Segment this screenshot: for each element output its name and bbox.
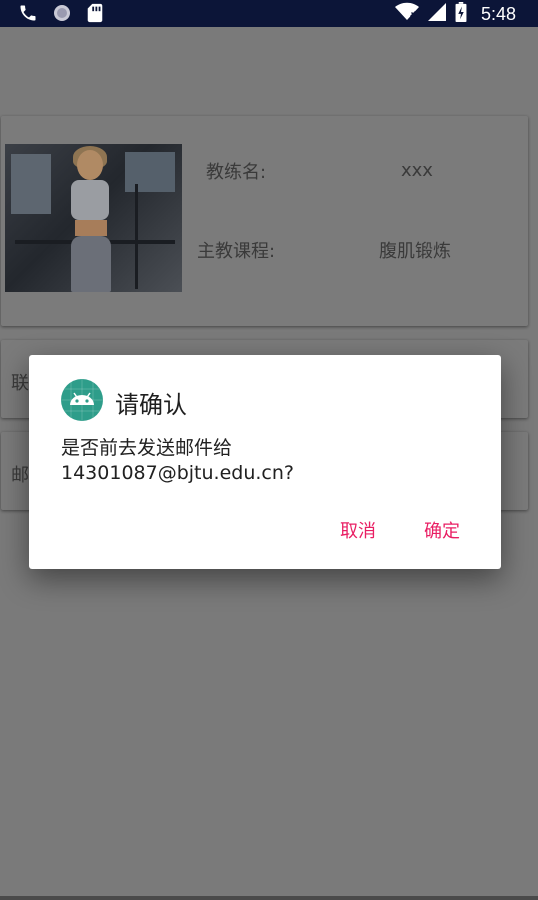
clock: 5:48 (480, 3, 516, 24)
coach-name-label: 教练名: (206, 162, 267, 183)
nav-strip (0, 896, 538, 900)
confirm-dialog: 请确认 是否前去发送邮件给 14301087@bjtu.edu.cn? 取消 确… (29, 355, 501, 569)
wifi-icon (394, 2, 419, 26)
status-bar-right: 5:48 (394, 2, 516, 26)
status-bar: 5:48 (0, 0, 538, 27)
coach-name-value: xxx (401, 160, 433, 181)
confirm-button[interactable]: 确定 (424, 517, 460, 543)
cancel-button[interactable]: 取消 (340, 517, 376, 543)
signal-icon (427, 2, 447, 26)
dialog-message-line1: 是否前去发送邮件给 (61, 437, 233, 459)
dialog-message: 是否前去发送邮件给 14301087@bjtu.edu.cn? (61, 436, 481, 486)
email-label: 邮 (11, 465, 29, 486)
course-label: 主教课程: (197, 241, 276, 262)
sync-icon (52, 3, 72, 27)
sd-card-icon (86, 3, 104, 27)
battery-icon (455, 2, 467, 26)
course-value: 腹肌锻炼 (379, 241, 451, 262)
contact-label: 联 (11, 373, 29, 394)
phone-icon (18, 3, 38, 27)
dialog-message-line2: 14301087@bjtu.edu.cn? (61, 462, 294, 484)
dialog-title: 请确认 (115, 391, 187, 419)
android-app-icon (61, 379, 103, 421)
status-bar-left (18, 3, 104, 27)
coach-photo (5, 144, 182, 292)
